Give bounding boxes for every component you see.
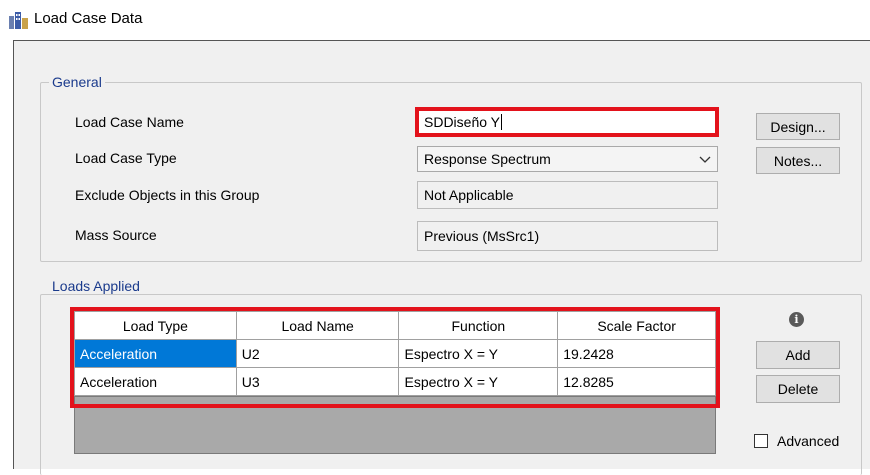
highlight-table bbox=[70, 307, 720, 408]
design-button[interactable]: Design... bbox=[756, 113, 840, 140]
load-case-type-value: Response Spectrum bbox=[424, 151, 551, 167]
mass-source-field: Previous (MsSrc1) bbox=[417, 221, 718, 251]
load-case-type-select[interactable]: Response Spectrum bbox=[417, 146, 718, 172]
chevron-down-icon bbox=[699, 156, 711, 163]
advanced-label: Advanced bbox=[777, 433, 840, 449]
exclude-group-value: Not Applicable bbox=[424, 187, 514, 203]
title-bar: Load Case Data bbox=[0, 0, 870, 40]
general-legend: General bbox=[49, 74, 105, 90]
mass-source-value: Previous (MsSrc1) bbox=[424, 228, 540, 244]
delete-button[interactable]: Delete bbox=[756, 375, 840, 403]
loads-applied-legend: Loads Applied bbox=[49, 278, 143, 294]
notes-button[interactable]: Notes... bbox=[756, 147, 840, 174]
add-button[interactable]: Add bbox=[756, 341, 840, 369]
load-case-type-label: Load Case Type bbox=[75, 150, 177, 166]
exclude-group-label: Exclude Objects in this Group bbox=[75, 187, 260, 203]
info-icon[interactable]: i bbox=[789, 312, 804, 327]
mass-source-label: Mass Source bbox=[75, 227, 157, 243]
building-icon bbox=[9, 12, 28, 29]
exclude-group-field: Not Applicable bbox=[417, 181, 718, 209]
load-case-name-label: Load Case Name bbox=[75, 114, 184, 130]
window-title: Load Case Data bbox=[34, 10, 143, 27]
advanced-checkbox[interactable] bbox=[754, 434, 768, 448]
highlight-name bbox=[415, 107, 719, 137]
dialog-body: General Load Case Name SDDiseño Y Load C… bbox=[13, 40, 870, 475]
